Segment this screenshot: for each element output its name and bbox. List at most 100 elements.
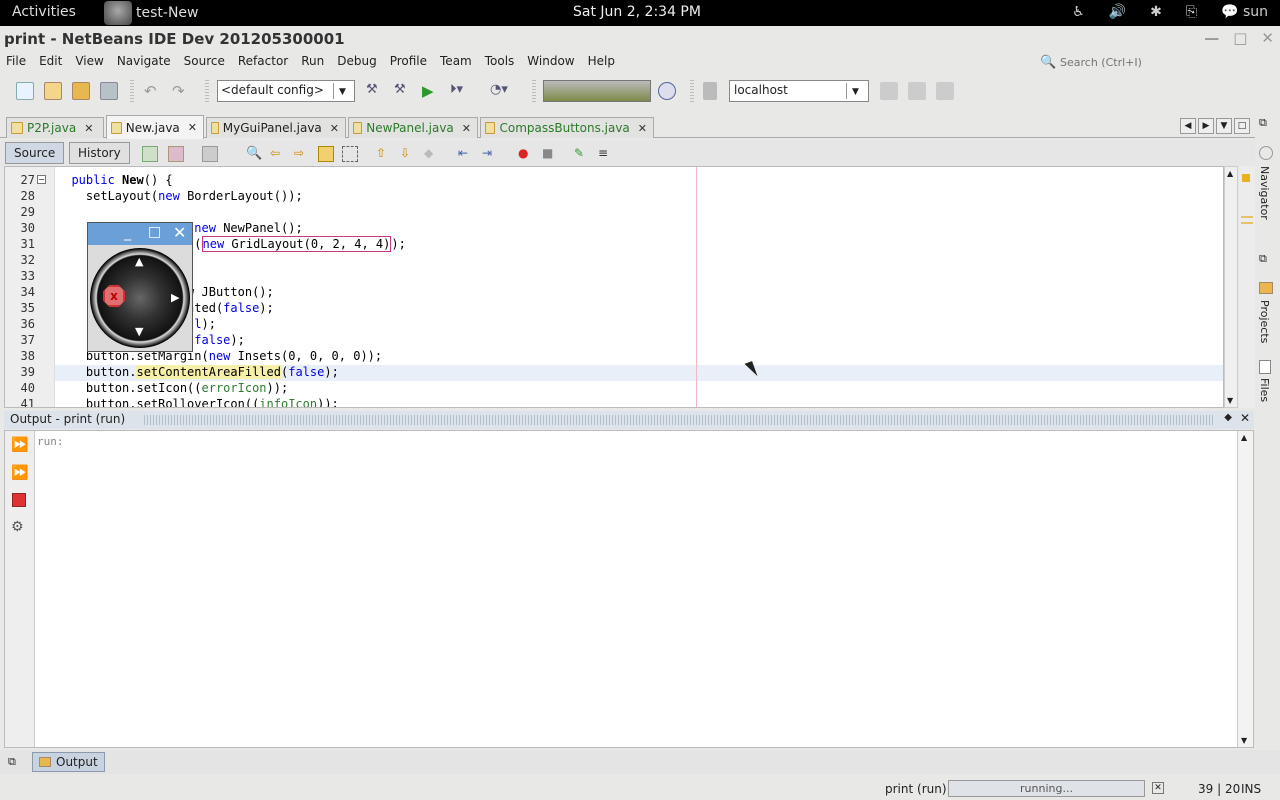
- network-icon[interactable]: ⎘: [1186, 4, 1197, 20]
- popup-title-bar[interactable]: _ □ ✕: [88, 223, 192, 245]
- close-panel-icon[interactable]: ✕: [1240, 411, 1250, 425]
- menu-help[interactable]: Help: [588, 54, 624, 68]
- arrow-down-button[interactable]: ▼: [135, 325, 143, 338]
- menu-profile[interactable]: Profile: [390, 54, 436, 68]
- restore-group-icon[interactable]: ⧉: [8, 755, 16, 769]
- code-line[interactable]: setLayout(new BorderLayout());: [57, 189, 303, 203]
- menu-file[interactable]: File: [6, 54, 35, 68]
- back-icon[interactable]: [168, 146, 184, 162]
- activities-button[interactable]: Activities: [12, 4, 76, 20]
- annotation-marker[interactable]: [1241, 216, 1253, 218]
- tab-myguipanel-java[interactable]: MyGuiPanel.java ✕: [206, 117, 346, 138]
- menu-source[interactable]: Source: [184, 54, 234, 68]
- server-icon[interactable]: [703, 82, 717, 100]
- warning-marker[interactable]: [1242, 174, 1250, 182]
- code-line[interactable]: button.setRolloverIcon((infoIcon));: [57, 397, 339, 407]
- menu-debug[interactable]: Debug: [337, 54, 385, 68]
- find-icon[interactable]: 🔍: [246, 146, 262, 162]
- minimize-panel-icon[interactable]: ◆: [1224, 412, 1232, 423]
- bluetooth-icon[interactable]: ✱: [1150, 4, 1162, 20]
- tab-newpanel-java[interactable]: NewPanel.java ✕: [348, 117, 478, 138]
- close-tab-icon[interactable]: ✕: [638, 122, 647, 135]
- toggle-highlight-icon[interactable]: [318, 146, 334, 162]
- accessibility-icon[interactable]: ♿: [1072, 4, 1085, 20]
- compass-app-window[interactable]: _ □ ✕ ▲ ▼ ▶ x: [87, 222, 193, 352]
- maximize-icon[interactable]: □: [148, 224, 161, 240]
- stop-macro-icon[interactable]: ■: [542, 146, 558, 162]
- build-icon[interactable]: ⚒: [366, 82, 384, 100]
- menu-run[interactable]: Run: [301, 54, 333, 68]
- server-refresh-icon[interactable]: [936, 82, 954, 100]
- files-panel-tab[interactable]: Files: [1258, 378, 1271, 402]
- user-menu[interactable]: 💬 sun: [1221, 4, 1268, 20]
- maximize-window-icon[interactable]: □: [1234, 118, 1250, 134]
- clock[interactable]: Sat Jun 2, 2:34 PM: [573, 4, 701, 20]
- config-dropdown[interactable]: <default config> ▼: [217, 80, 355, 102]
- output-minimized-tab[interactable]: Output: [32, 752, 105, 772]
- previous-bookmark-icon[interactable]: ⇧: [376, 146, 392, 162]
- scroll-up-icon[interactable]: ▲: [1227, 169, 1233, 178]
- output-vertical-scrollbar[interactable]: ▲ ▼: [1237, 431, 1253, 747]
- forward-icon[interactable]: [202, 146, 218, 162]
- shift-left-icon[interactable]: ⇤: [458, 146, 474, 162]
- last-edit-icon[interactable]: [142, 146, 158, 162]
- output-text[interactable]: run:: [37, 435, 64, 448]
- host-dropdown[interactable]: localhost ▼: [729, 80, 869, 102]
- comment-icon[interactable]: ✎: [574, 146, 590, 162]
- show-opened-documents-icon[interactable]: ▼: [1216, 118, 1232, 134]
- rerun-icon[interactable]: ⏩: [11, 437, 28, 453]
- gc-icon[interactable]: [658, 82, 676, 100]
- menu-navigate[interactable]: Navigate: [117, 54, 180, 68]
- scroll-right-icon[interactable]: ▶: [1198, 118, 1214, 134]
- close-tab-icon[interactable]: ✕: [188, 121, 197, 134]
- undo-icon[interactable]: ↶: [144, 82, 162, 100]
- code-line[interactable]: public New() {: [57, 173, 172, 187]
- next-bookmark-icon[interactable]: ⇩: [400, 146, 416, 162]
- deploy-icon[interactable]: [880, 82, 898, 100]
- fold-collapse-icon[interactable]: −: [37, 175, 46, 184]
- rerun-with-options-icon[interactable]: ⏩: [11, 465, 28, 481]
- menu-tools[interactable]: Tools: [485, 54, 524, 68]
- memory-usage-bar[interactable]: [543, 80, 651, 102]
- stop-icon[interactable]: [12, 493, 26, 507]
- source-view-button[interactable]: Source: [5, 142, 65, 164]
- toggle-bookmark-icon[interactable]: ◆: [424, 146, 440, 162]
- arrow-up-button[interactable]: ▲: [135, 255, 143, 268]
- scroll-down-icon[interactable]: ▼: [1241, 736, 1247, 745]
- shift-right-icon[interactable]: ⇥: [482, 146, 498, 162]
- arrow-right-button[interactable]: ▶: [171, 291, 179, 304]
- drag-handle[interactable]: [144, 415, 1214, 425]
- undeploy-icon[interactable]: [908, 82, 926, 100]
- code-line[interactable]: button.setIcon((errorIcon));: [57, 381, 288, 395]
- editor-vertical-scrollbar[interactable]: ▲ ▼: [1224, 166, 1238, 408]
- debug-icon[interactable]: ⏵▾: [450, 82, 468, 100]
- save-all-icon[interactable]: [100, 82, 118, 100]
- close-icon[interactable]: ✕: [1261, 29, 1274, 47]
- profile-icon[interactable]: ◔▾: [490, 82, 508, 100]
- menu-window[interactable]: Window: [527, 54, 583, 68]
- error-stripe[interactable]: [1239, 166, 1255, 408]
- menu-edit[interactable]: Edit: [39, 54, 71, 68]
- minimize-icon[interactable]: —: [1204, 29, 1219, 47]
- volume-icon[interactable]: 🔊: [1109, 4, 1126, 20]
- tab-compassbuttons-java[interactable]: CompassButtons.java ✕: [480, 117, 654, 138]
- scroll-left-icon[interactable]: ◀: [1180, 118, 1196, 134]
- restore-group-icon[interactable]: ⧉: [1259, 116, 1267, 130]
- redo-icon[interactable]: ↷: [172, 82, 190, 100]
- tab-p2p-java[interactable]: P2P.java ✕: [6, 117, 104, 138]
- start-macro-icon[interactable]: ●: [518, 146, 534, 162]
- annotation-marker[interactable]: [1241, 222, 1253, 224]
- navigator-panel-tab[interactable]: Navigator: [1258, 166, 1271, 220]
- restore-group-icon[interactable]: ⧉: [1259, 252, 1267, 266]
- new-file-icon[interactable]: [16, 82, 34, 100]
- run-icon[interactable]: ▶: [422, 82, 440, 100]
- find-previous-icon[interactable]: ⇦: [270, 146, 286, 162]
- uncomment-icon[interactable]: ≡: [598, 146, 614, 162]
- scroll-up-icon[interactable]: ▲: [1241, 433, 1247, 442]
- app-menu[interactable]: test-New: [104, 0, 198, 26]
- close-tab-icon[interactable]: ✕: [330, 122, 339, 135]
- clean-build-icon[interactable]: ⚒: [394, 82, 412, 100]
- code-line[interactable]: button.setContentAreaFilled(false);: [57, 365, 339, 379]
- progress-bar[interactable]: running...: [948, 780, 1145, 797]
- projects-panel-tab[interactable]: Projects: [1258, 300, 1271, 343]
